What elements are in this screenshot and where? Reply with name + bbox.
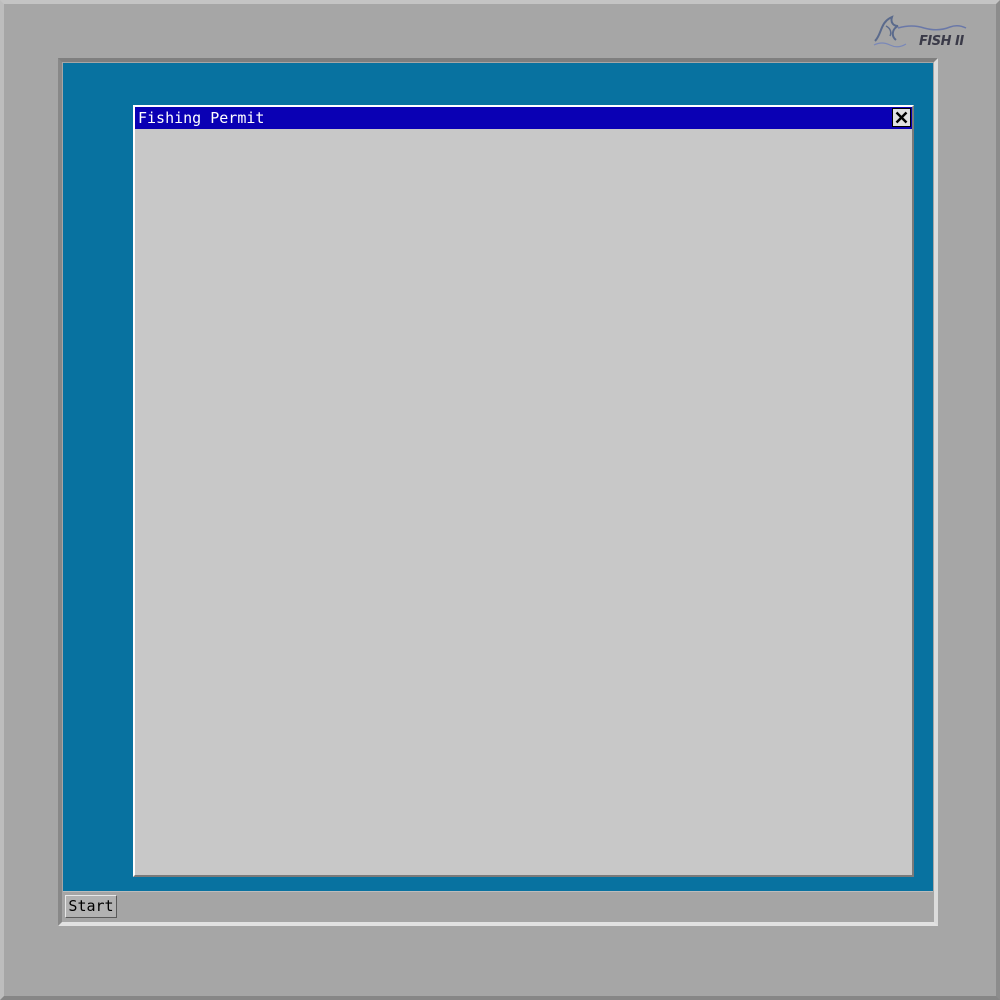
taskbar: Start — [63, 891, 933, 920]
window-title: Fishing Permit — [138, 109, 265, 127]
close-icon — [895, 111, 908, 124]
fish-logo: FISH II — [872, 14, 968, 56]
window-titlebar[interactable]: Fishing Permit — [135, 107, 912, 129]
logo-text: FISH II — [919, 34, 964, 49]
close-button[interactable] — [892, 108, 911, 127]
start-button[interactable]: Start — [65, 895, 117, 918]
fishing-permit-window[interactable]: Fishing Permit — [133, 105, 914, 877]
